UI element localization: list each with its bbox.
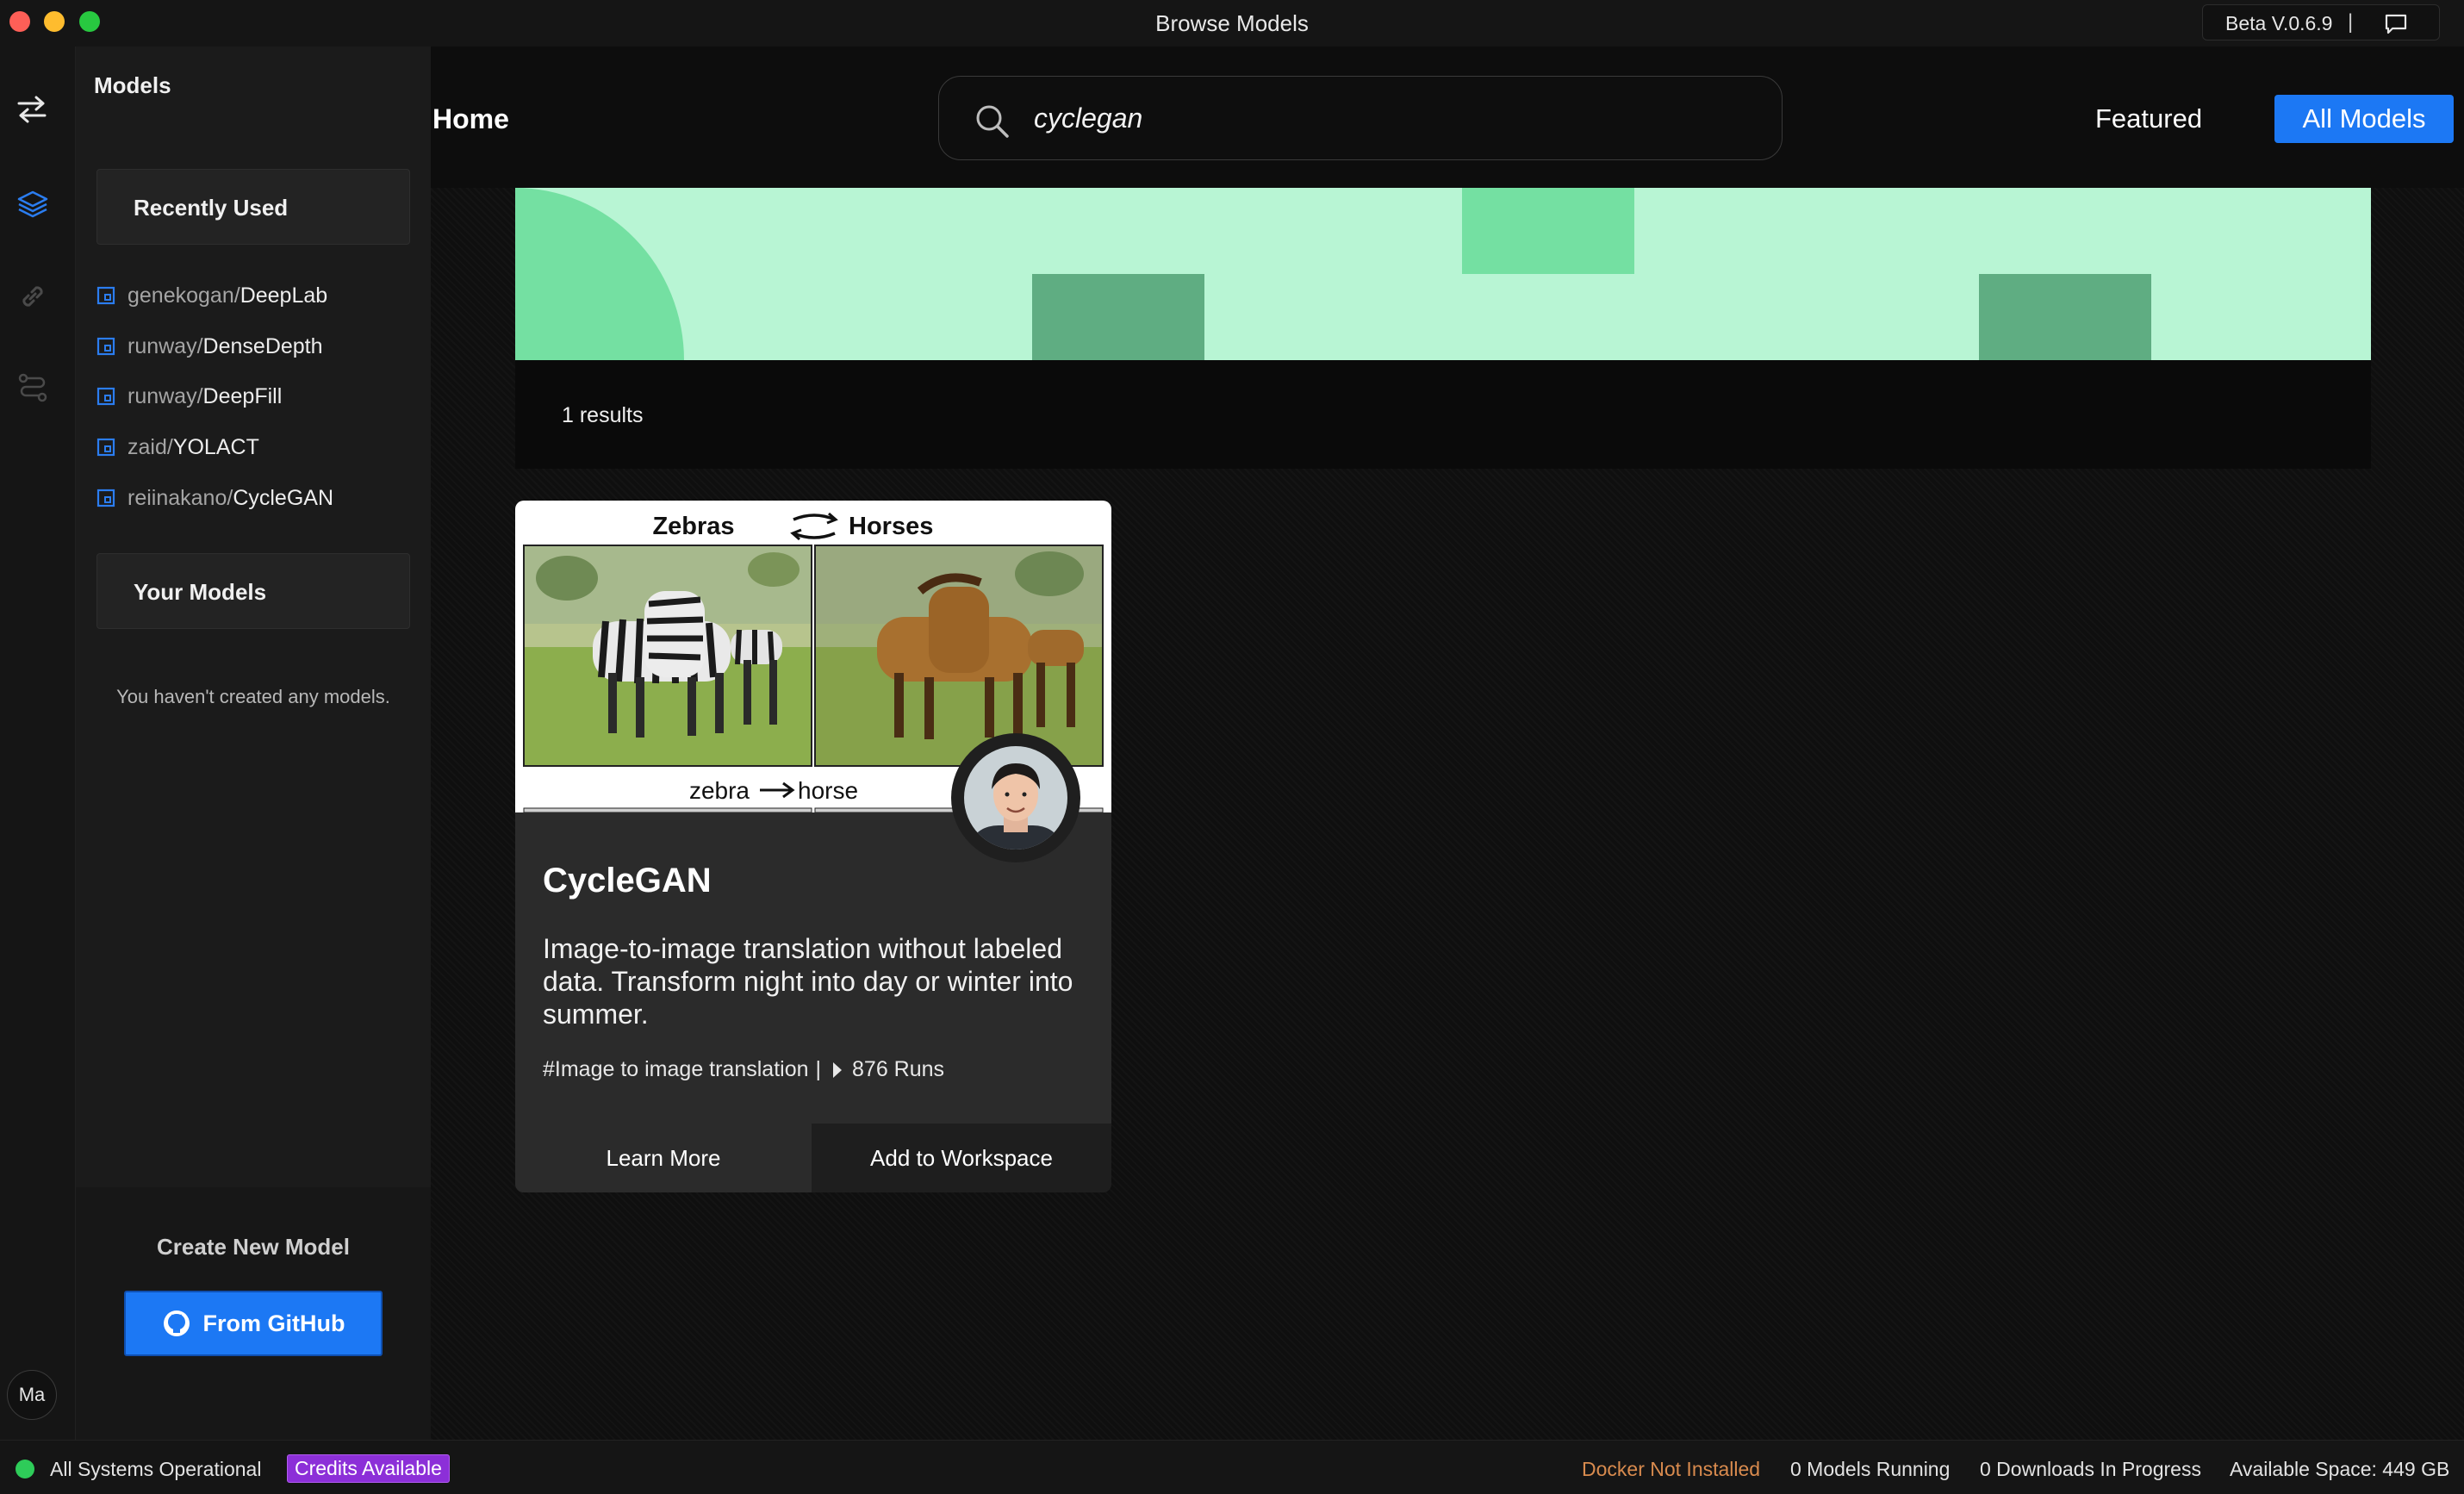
status-indicator <box>16 1460 34 1478</box>
image-title-right: Horses <box>849 513 933 540</box>
model-title: CycleGAN <box>543 862 712 900</box>
zebra-photo <box>523 545 812 767</box>
create-model-panel: Create New Model From GitHub <box>76 1187 431 1440</box>
create-model-title: Create New Model <box>157 1234 350 1260</box>
version-separator: | <box>2348 10 2354 34</box>
model-name: DenseDepth <box>202 333 323 358</box>
search-input[interactable]: cyclegan <box>938 76 1783 160</box>
banner-shapes <box>515 188 2151 360</box>
version-box: Beta V.0.6.9 | <box>2202 4 2440 40</box>
tab-all-models[interactable]: All Models <box>2274 95 2454 143</box>
title-bar: Browse Models Beta V.0.6.9 | <box>0 0 2464 47</box>
author-avatar-image <box>964 746 1067 850</box>
available-space-status: Available Space: 449 GB <box>2230 1458 2450 1480</box>
your-models-header[interactable]: Your Models <box>96 553 410 629</box>
from-github-button[interactable]: From GitHub <box>124 1291 383 1356</box>
model-meta: #Image to image translation | 876 Runs <box>543 1057 944 1082</box>
model-name: DeepFill <box>202 383 283 408</box>
author-avatar[interactable] <box>951 733 1080 862</box>
icon-rail: Ma <box>0 47 76 1440</box>
results-count: 1 results <box>562 403 644 427</box>
github-icon <box>163 1310 190 1336</box>
tab-featured[interactable]: Featured <box>2095 103 2202 134</box>
search-icon <box>976 105 1009 138</box>
recent-model-item[interactable]: reiinakano/CycleGAN <box>96 482 333 514</box>
search-query: cyclegan <box>1034 103 1143 134</box>
model-name: CycleGAN <box>233 485 333 510</box>
swap-arrows-icon[interactable] <box>16 93 48 126</box>
model-icon <box>96 438 115 457</box>
models-sidebar: Models Recently Used genekogan/DeepLab r… <box>76 47 431 1440</box>
recent-model-item[interactable]: runway/DenseDepth <box>96 331 323 362</box>
model-icon <box>96 387 115 406</box>
decorative-banner <box>515 188 2371 360</box>
model-owner: reiinakano/ <box>128 485 233 510</box>
model-runs: 876 Runs <box>852 1057 945 1081</box>
status-bar: All Systems Operational Credits Availabl… <box>0 1440 2464 1494</box>
chat-icon[interactable] <box>2384 13 2408 35</box>
horse-photo <box>814 545 1104 767</box>
arrow-right-icon <box>760 781 795 799</box>
empty-models-note: You haven't created any models. <box>116 686 390 707</box>
systems-status: All Systems Operational <box>50 1458 262 1480</box>
cycle-arrows-icon <box>790 512 838 541</box>
model-icon <box>96 286 115 305</box>
from-github-label: From GitHub <box>202 1310 345 1336</box>
breadcrumb-home[interactable]: Home <box>432 103 509 135</box>
credits-badge[interactable]: Credits Available <box>287 1454 450 1483</box>
model-owner: runway/ <box>128 383 203 408</box>
link-icon[interactable] <box>16 279 50 314</box>
model-owner: runway/ <box>128 333 203 358</box>
model-name: YOLACT <box>172 434 259 459</box>
results-bar: 1 results <box>515 360 2371 469</box>
top-bar: Home cyclegan Featured All Models <box>431 47 2464 188</box>
model-name: DeepLab <box>240 283 328 308</box>
main-content: Home cyclegan Featured All Models 1 resu… <box>431 47 2464 1440</box>
sidebar-title: Models <box>94 72 171 98</box>
model-icon <box>96 337 115 356</box>
model-icon <box>96 489 115 507</box>
model-owner: genekogan/ <box>128 283 240 308</box>
model-description: Image-to-image translation without label… <box>543 933 1073 1030</box>
user-avatar[interactable]: Ma <box>7 1370 57 1420</box>
image-caption-left: zebra <box>689 777 750 804</box>
models-running-status: 0 Models Running <box>1790 1458 1951 1480</box>
add-to-workspace-button[interactable]: Add to Workspace <box>812 1124 1111 1192</box>
version-label: Beta V.0.6.9 <box>2225 12 2333 34</box>
play-icon <box>833 1061 843 1078</box>
meta-separator: | <box>815 1057 822 1081</box>
recently-used-header[interactable]: Recently Used <box>96 169 410 245</box>
your-models-label: Your Models <box>134 579 267 605</box>
recent-model-item[interactable]: genekogan/DeepLab <box>96 280 327 311</box>
docker-status[interactable]: Docker Not Installed <box>1582 1458 1760 1481</box>
image-caption-right: horse <box>798 777 858 804</box>
recently-used-label: Recently Used <box>134 195 289 221</box>
recent-model-item[interactable]: runway/DeepFill <box>96 381 282 412</box>
workflow-icon[interactable] <box>16 370 50 405</box>
learn-more-button[interactable]: Learn More <box>515 1124 812 1192</box>
model-owner: zaid/ <box>128 434 173 459</box>
recent-model-item[interactable]: zaid/YOLACT <box>96 432 259 463</box>
downloads-status: 0 Downloads In Progress <box>1980 1458 2201 1480</box>
window-title: Browse Models <box>1155 10 1309 36</box>
model-card[interactable]: Zebras Horses zebra horse CycleGAN Image… <box>515 501 1111 1192</box>
model-tag: #Image to image translation <box>543 1057 809 1081</box>
layers-icon[interactable] <box>16 187 50 221</box>
image-title-left: Zebras <box>652 513 734 540</box>
